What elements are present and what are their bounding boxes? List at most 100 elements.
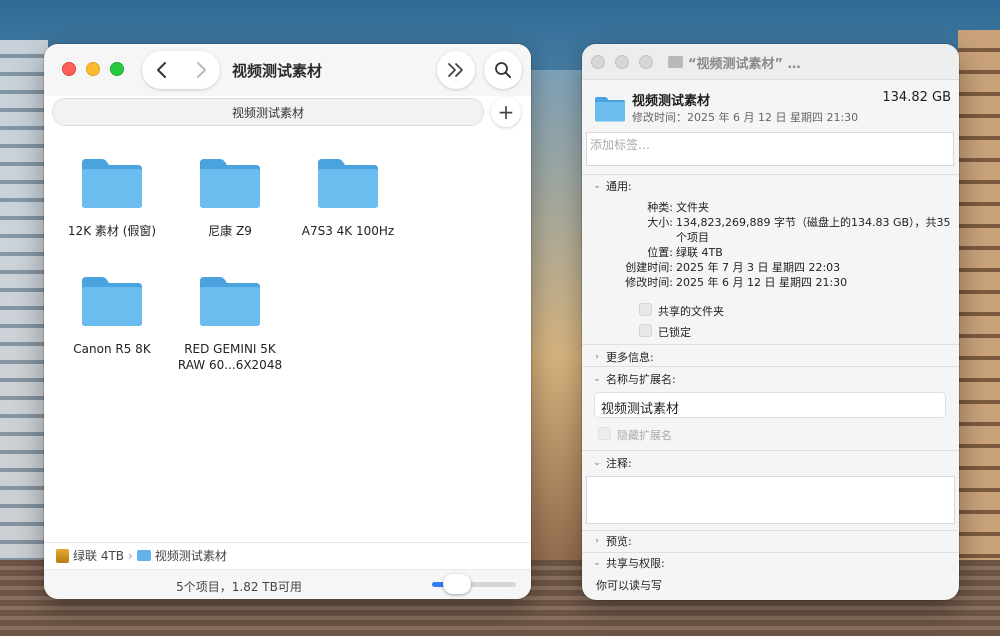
finder-window: 视频测试素材 视频测试素材 + 12K 素材 (假窗) 尼康 Z9 A7S3 4… [44, 44, 531, 599]
folder-icon [595, 97, 625, 122]
status-bar: 5个项目，1.82 TB可用 [44, 569, 531, 599]
name-field[interactable]: 视频测试素材 [594, 392, 946, 418]
size-key: 大小: [647, 216, 673, 229]
external-drive-icon [56, 548, 69, 563]
status-text: 5个项目，1.82 TB可用 [176, 580, 302, 594]
new-tab-button[interactable]: + [491, 97, 521, 127]
name-ext-header[interactable]: ⌄ 名称与扩展名: [592, 371, 676, 387]
minimize-button[interactable] [615, 55, 629, 69]
navigation-group [142, 51, 220, 89]
folder-item[interactable]: 尼康 Z9 [171, 157, 289, 239]
modified-value: 2025 年 6 月 12 日 星期四 21:30 [676, 276, 848, 289]
more-info-heading: 更多信息: [606, 351, 654, 364]
tab-label: 视频测试素材 [231, 105, 304, 120]
kind-key: 种类: [647, 201, 673, 214]
chevron-down-icon: ⌄ [593, 374, 601, 384]
chevron-right-icon: › [595, 352, 599, 362]
wallpaper-building-left [0, 40, 48, 560]
folder-item[interactable]: RED GEMINI 5K RAW 60...6X2048 [171, 275, 289, 373]
search-button[interactable] [484, 51, 522, 89]
chevron-down-icon: ⌄ [593, 558, 601, 568]
chevron-left-icon [156, 62, 166, 78]
folder-icon [136, 550, 151, 561]
sharing-section: ⌄ 共享与权限: 你可以读与写 [582, 552, 959, 600]
sharing-header[interactable]: ⌄ 共享与权限: [592, 555, 665, 571]
folder-name: A7S3 4K 100Hz [301, 224, 395, 238]
double-chevron-right-icon [448, 63, 463, 77]
shared-folder-checkbox[interactable] [639, 303, 652, 316]
size-value: 134,823,269,889 字节（磁盘上的134.83 GB），共35 [676, 216, 951, 229]
path-bar: 绿联 4TB › 视频测试素材 [44, 542, 531, 568]
zoom-button[interactable] [110, 62, 124, 76]
chevron-right-icon [196, 62, 206, 78]
general-rows: 种类: 文件夹 大小: 134,823,269,889 字节（磁盘上的134.8… [582, 199, 959, 309]
tab-current-folder[interactable]: 视频测试素材 [52, 98, 484, 126]
preview-section: › 预览: [582, 530, 959, 552]
finder-toolbar: 视频测试素材 [44, 44, 531, 96]
folder-icon [668, 56, 683, 68]
folder-name: RED GEMINI 5K RAW 60...6X2048 [177, 342, 283, 372]
chevron-down-icon: ⌄ [593, 458, 601, 468]
forward-button[interactable] [181, 51, 220, 89]
item-size: 134.82 GB [882, 90, 951, 105]
locked-label: 已锁定 [658, 326, 691, 339]
path-separator: › [128, 548, 133, 563]
zoom-button[interactable] [639, 55, 653, 69]
general-heading: 通用: [606, 180, 632, 193]
path-folder[interactable]: 视频测试素材 [155, 547, 227, 564]
search-icon [495, 62, 511, 78]
created-value: 2025 年 7 月 3 日 星期四 22:03 [676, 261, 841, 274]
icon-size-slider[interactable] [432, 574, 516, 594]
general-header[interactable]: ⌄ 通用: [592, 178, 632, 194]
location-key: 位置: [647, 246, 673, 259]
back-button[interactable] [142, 51, 181, 89]
folder-name: 12K 素材 (假窗) [67, 224, 157, 238]
hide-extension-checkbox[interactable] [598, 427, 611, 440]
preview-heading: 预览: [606, 535, 632, 548]
more-info-section: › 更多信息: [582, 344, 959, 366]
minimize-button[interactable] [86, 62, 100, 76]
folder-item[interactable]: A7S3 4K 100Hz [289, 157, 407, 239]
folder-icon [82, 159, 142, 208]
chevron-right-icon: › [595, 536, 599, 546]
close-button[interactable] [591, 55, 605, 69]
chevron-down-icon: ⌄ [593, 181, 601, 191]
item-modified: 修改时间：2025 年 6 月 12 日 星期四 21:30 [632, 111, 859, 124]
locked-checkbox[interactable] [639, 324, 652, 337]
created-key: 创建时间: [625, 261, 673, 274]
folder-icon [200, 159, 260, 208]
info-titlebar: “视频测试素材” … [582, 44, 959, 80]
modified-key: 修改时间: [625, 276, 673, 289]
name-ext-heading: 名称与扩展名: [606, 373, 676, 386]
comments-header[interactable]: ⌄ 注释: [592, 455, 632, 471]
kind-value: 文件夹 [676, 201, 709, 214]
window-title: 视频测试素材 [232, 62, 323, 80]
folder-item[interactable]: Canon R5 8K [53, 275, 171, 357]
tags-placeholder: 添加标签… [590, 138, 651, 152]
item-name: 视频测试素材 [632, 94, 711, 109]
folder-icon [82, 277, 142, 326]
path-drive[interactable]: 绿联 4TB [73, 547, 124, 564]
location-value: 绿联 4TB [676, 246, 723, 259]
hide-extension-label: 隐藏扩展名 [617, 429, 672, 442]
name-field-value: 视频测试素材 [601, 402, 680, 417]
close-button[interactable] [62, 62, 76, 76]
folder-item[interactable]: 12K 素材 (假窗) [53, 157, 171, 239]
folder-name: 尼康 Z9 [208, 224, 252, 238]
folder-icon [318, 159, 378, 208]
comment-field[interactable] [586, 476, 955, 524]
more-toolbar-button[interactable] [437, 51, 475, 89]
wallpaper-street [530, 70, 582, 590]
tags-field[interactable]: 添加标签… [586, 132, 954, 166]
general-section: ⌄ 通用: 种类: 文件夹 大小: 134,823,269,889 字节（磁盘上… [582, 174, 959, 344]
info-window: “视频测试素材” … 视频测试素材 134.82 GB 修改时间：2025 年 … [582, 44, 959, 600]
folder-icon [200, 277, 260, 326]
preview-header[interactable]: › 预览: [592, 533, 632, 549]
info-window-title: “视频测试素材” … [688, 57, 801, 72]
slider-knob[interactable] [443, 574, 472, 594]
size-value-cont: 个项目 [676, 231, 709, 244]
comments-heading: 注释: [606, 457, 632, 470]
wallpaper-building-right [958, 30, 1000, 590]
shared-folder-label: 共享的文件夹 [658, 305, 724, 318]
more-info-header[interactable]: › 更多信息: [592, 349, 654, 365]
